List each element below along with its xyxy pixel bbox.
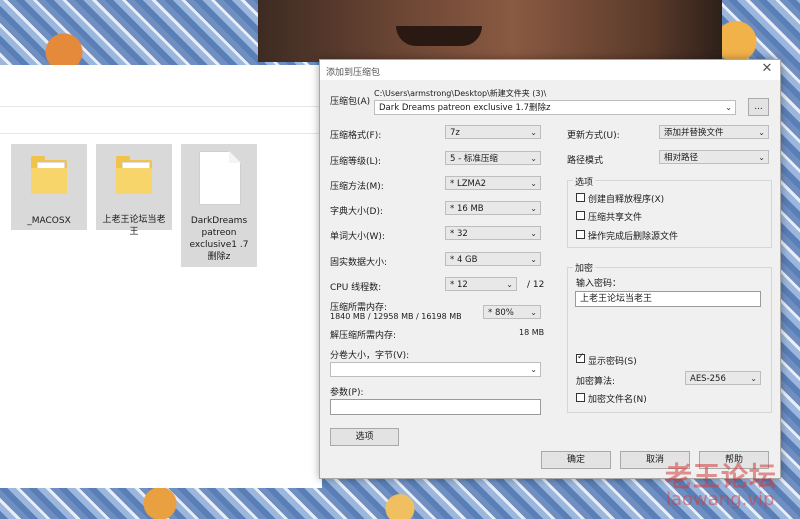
chevron-down-icon: ⌄ [530,204,537,213]
memory-percent-value: * 80% [488,308,514,318]
cpu-select[interactable]: * 12 ⌄ [445,277,517,291]
word-size-label: 单词大小(W): [330,232,385,242]
compress-memory-value: 1840 MB / 12958 MB / 16198 MB [330,312,462,321]
file-icon [199,151,241,205]
show-password-checkbox[interactable] [576,352,585,363]
solid-size-select[interactable]: * 4 GB ⌄ [445,252,541,266]
background-photo [258,0,722,62]
file-explorer-window: _MACOSX 上老王论坛当老王 DarkDreams patreon excl… [0,65,322,488]
browse-button[interactable]: ... [748,98,769,116]
chevron-down-icon: ⌄ [530,128,537,137]
split-size-label: 分卷大小，字节(V): [330,351,410,361]
method-select[interactable]: * LZMA2 ⌄ [445,176,541,190]
word-size-select[interactable]: * 32 ⌄ [445,226,541,240]
level-label: 压缩等级(L): [330,157,382,167]
chevron-down-icon: ⌄ [530,365,537,374]
update-mode-select[interactable]: 添加并替换文件 ⌄ [659,125,769,139]
cpu-value: * 12 [450,280,468,290]
archive-path: C:\Users\armstrong\Desktop\新建文件夹 (3)\ [374,89,547,98]
chevron-down-icon: ⌄ [725,103,732,112]
delete-after-checkbox[interactable] [576,230,585,239]
level-select[interactable]: 5 - 标准压缩 ⌄ [445,151,541,165]
params-label: 参数(P): [330,388,364,398]
chevron-down-icon: ⌄ [530,255,537,264]
file-item-folder[interactable]: 上老王论坛当老王 [96,144,172,237]
encryption-group-title: 加密 [573,261,596,274]
dictionary-label: 字典大小(D): [330,207,383,217]
encrypt-names-checkbox[interactable] [576,393,585,402]
format-select[interactable]: 7z ⌄ [445,125,541,139]
shared-files-checkbox[interactable] [576,211,585,220]
cpu-total: / 12 [527,280,545,290]
decompress-memory-label: 解压缩所需内存: [330,331,397,341]
explorer-toolbar [0,65,322,107]
show-password-label: 显示密码(S) [588,357,637,367]
dictionary-value: * 16 MB [450,204,484,214]
add-to-archive-dialog: 添加到压缩包 ✕ 压缩包(A) C:\Users\armstrong\Deskt… [319,59,781,479]
archive-name-value: Dark Dreams patreon exclusive 1.7删除z [379,103,551,113]
encryption-method-select[interactable]: AES-256 ⌄ [685,371,761,385]
archive-name-combo[interactable]: Dark Dreams patreon exclusive 1.7删除z ⌄ [374,100,736,115]
chevron-down-icon: ⌄ [750,374,757,383]
options-group-title: 选项 [573,175,596,188]
sfx-label: 创建自释放程序(X) [588,195,665,205]
format-value: 7z [450,128,460,138]
encrypt-names-label: 加密文件名(N) [588,395,647,405]
chevron-down-icon: ⌄ [530,154,537,163]
file-item-label: _MACOSX [27,216,71,226]
format-label: 压缩格式(F): [330,131,382,141]
delete-after-label: 操作完成后删除源文件 [588,232,679,242]
encryption-method-label: 加密算法: [576,377,616,387]
chevron-down-icon: ⌄ [758,128,765,137]
solid-size-label: 固实数据大小: [330,258,388,268]
folder-icon [116,154,152,194]
memory-percent-select[interactable]: * 80% ⌄ [483,305,541,319]
cpu-label: CPU 线程数: [330,283,382,293]
split-size-combo[interactable]: ⌄ [330,362,541,377]
file-item-label: 上老王论坛当老王 [102,215,166,237]
method-label: 压缩方法(M): [330,182,384,192]
chevron-down-icon: ⌄ [530,229,537,238]
dialog-title: 添加到压缩包 [326,68,381,78]
ok-button[interactable]: 确定 [541,451,611,469]
archive-label: 压缩包(A) [330,97,371,107]
decompress-memory-value: 18 MB [519,328,545,337]
password-label: 输入密码： [576,279,622,289]
file-item-document[interactable]: DarkDreams patreon exclusive1 .7删除z [181,144,257,267]
file-item-macosx[interactable]: _MACOSX [11,144,87,230]
solid-size-value: * 4 GB [450,255,478,265]
word-size-value: * 32 [450,229,468,239]
password-input[interactable]: 上老王论坛当老王 [575,291,761,307]
file-item-label: DarkDreams patreon exclusive1 .7删除z [189,216,249,262]
level-value: 5 - 标准压缩 [450,154,498,164]
path-mode-label: 路径模式 [567,156,604,166]
explorer-address-bar [0,107,322,134]
background-photo-detail [396,26,482,46]
close-icon[interactable]: ✕ [760,62,774,76]
shared-files-label: 压缩共享文件 [588,213,643,223]
dialog-titlebar: 添加到压缩包 ✕ [320,60,780,80]
folder-icon [31,154,67,194]
encryption-method-value: AES-256 [690,374,726,384]
watermark-url: laowang.vip [666,489,775,510]
update-mode-value: 添加并替换文件 [664,128,724,138]
dictionary-select[interactable]: * 16 MB ⌄ [445,201,541,215]
sfx-checkbox[interactable] [576,193,585,202]
chevron-down-icon: ⌄ [506,280,513,289]
path-mode-select[interactable]: 相对路径 ⌄ [659,150,769,164]
chevron-down-icon: ⌄ [530,179,537,188]
path-mode-value: 相对路径 [664,153,699,163]
params-input[interactable] [330,399,541,415]
method-value: * LZMA2 [450,179,487,189]
update-mode-label: 更新方式(U): [567,131,620,141]
options-button[interactable]: 选项 [330,428,399,446]
chevron-down-icon: ⌄ [758,153,765,162]
chevron-down-icon: ⌄ [530,308,537,317]
